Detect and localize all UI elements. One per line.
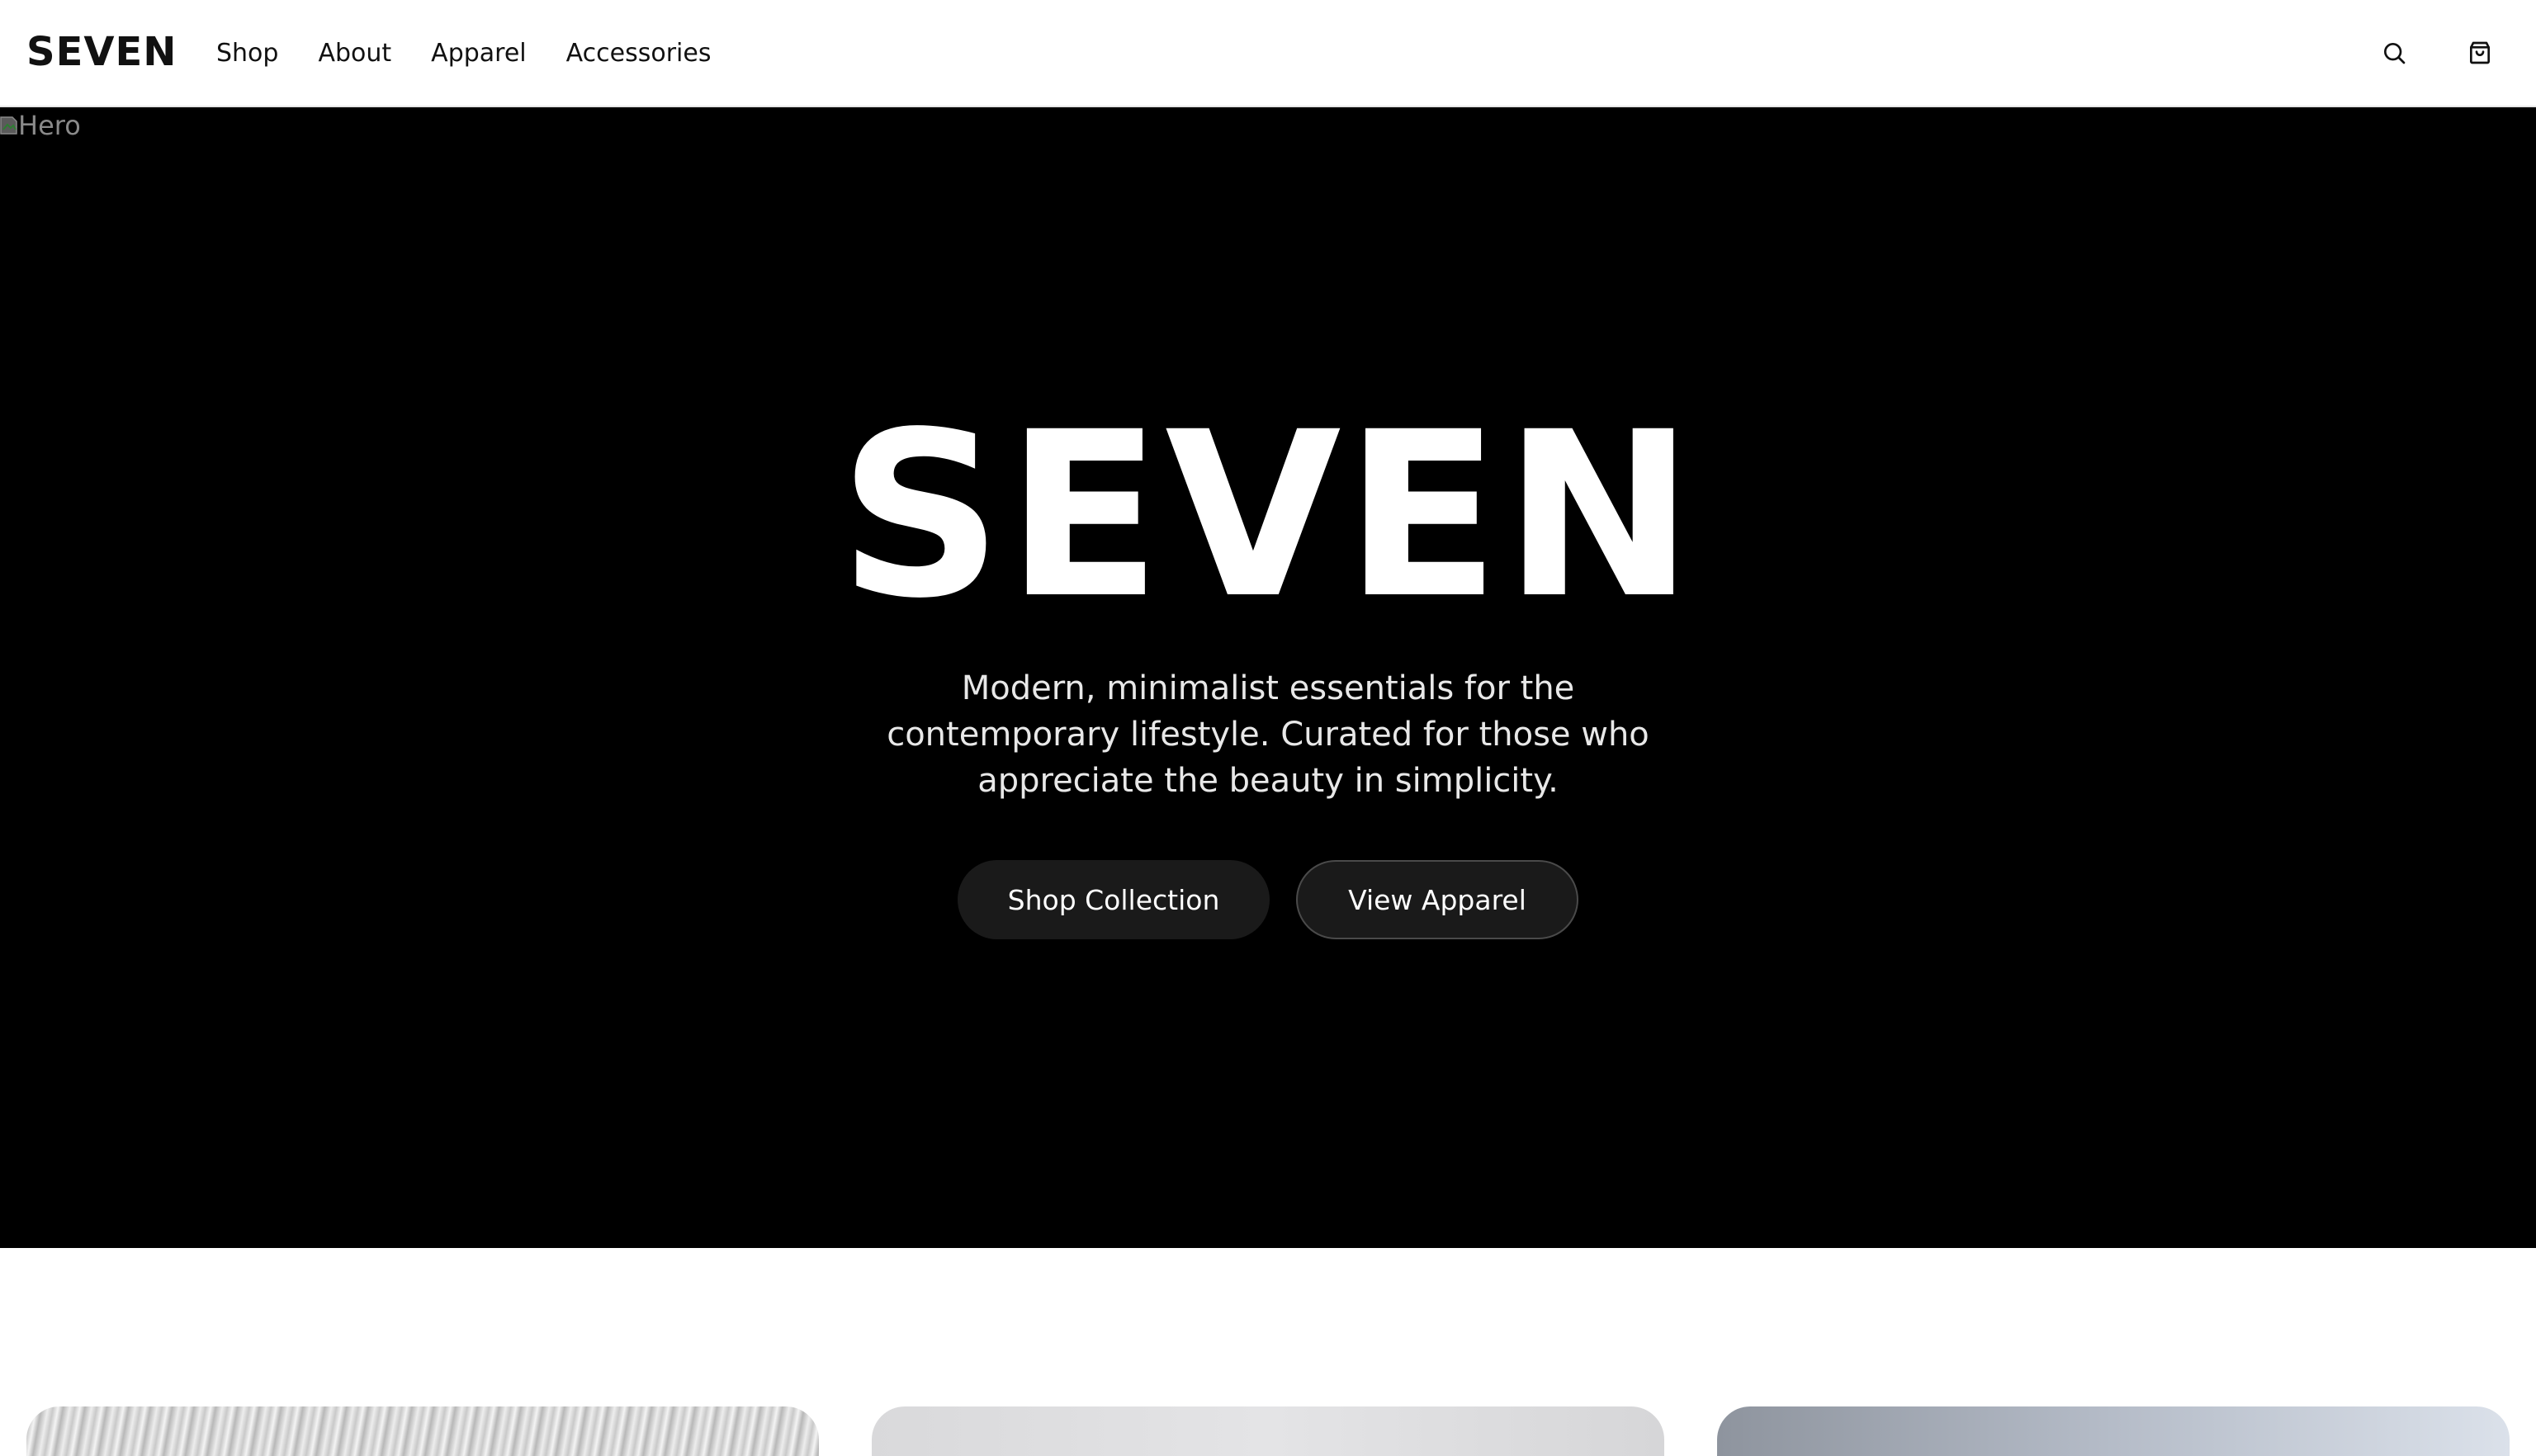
brand-logo[interactable]: SEVEN <box>26 23 177 81</box>
search-button[interactable] <box>2378 36 2411 69</box>
nav-link-apparel[interactable]: Apparel <box>431 39 526 68</box>
product-card-3[interactable] <box>1717 1406 2510 1456</box>
hero-title: SEVEN <box>838 384 1698 649</box>
hero-subtitle: Modern, minimalist essentials for the co… <box>887 669 1649 800</box>
broken-image-icon <box>0 116 17 135</box>
view-apparel-button[interactable]: View Apparel <box>1296 860 1578 939</box>
shopping-bag-icon <box>2470 41 2490 64</box>
nav-link-accessories[interactable]: Accessories <box>566 39 712 68</box>
site-header: SEVEN Shop About Apparel Accessories <box>0 0 2536 107</box>
product-card-2[interactable] <box>872 1406 1664 1456</box>
hero-image-placeholder: Hero <box>0 107 81 144</box>
shop-collection-button[interactable]: Shop Collection <box>958 860 1270 939</box>
search-icon <box>2384 43 2406 64</box>
nav-link-about[interactable]: About <box>318 39 391 68</box>
hero-image-alt: Hero <box>18 110 81 141</box>
nav-link-shop[interactable]: Shop <box>216 39 278 68</box>
hero-section: Hero SEVEN Modern, minimalist essentials… <box>0 107 2536 1248</box>
cart-button[interactable] <box>2463 36 2496 69</box>
product-card-1[interactable] <box>26 1406 819 1456</box>
main-nav: Shop About Apparel Accessories <box>216 0 750 106</box>
